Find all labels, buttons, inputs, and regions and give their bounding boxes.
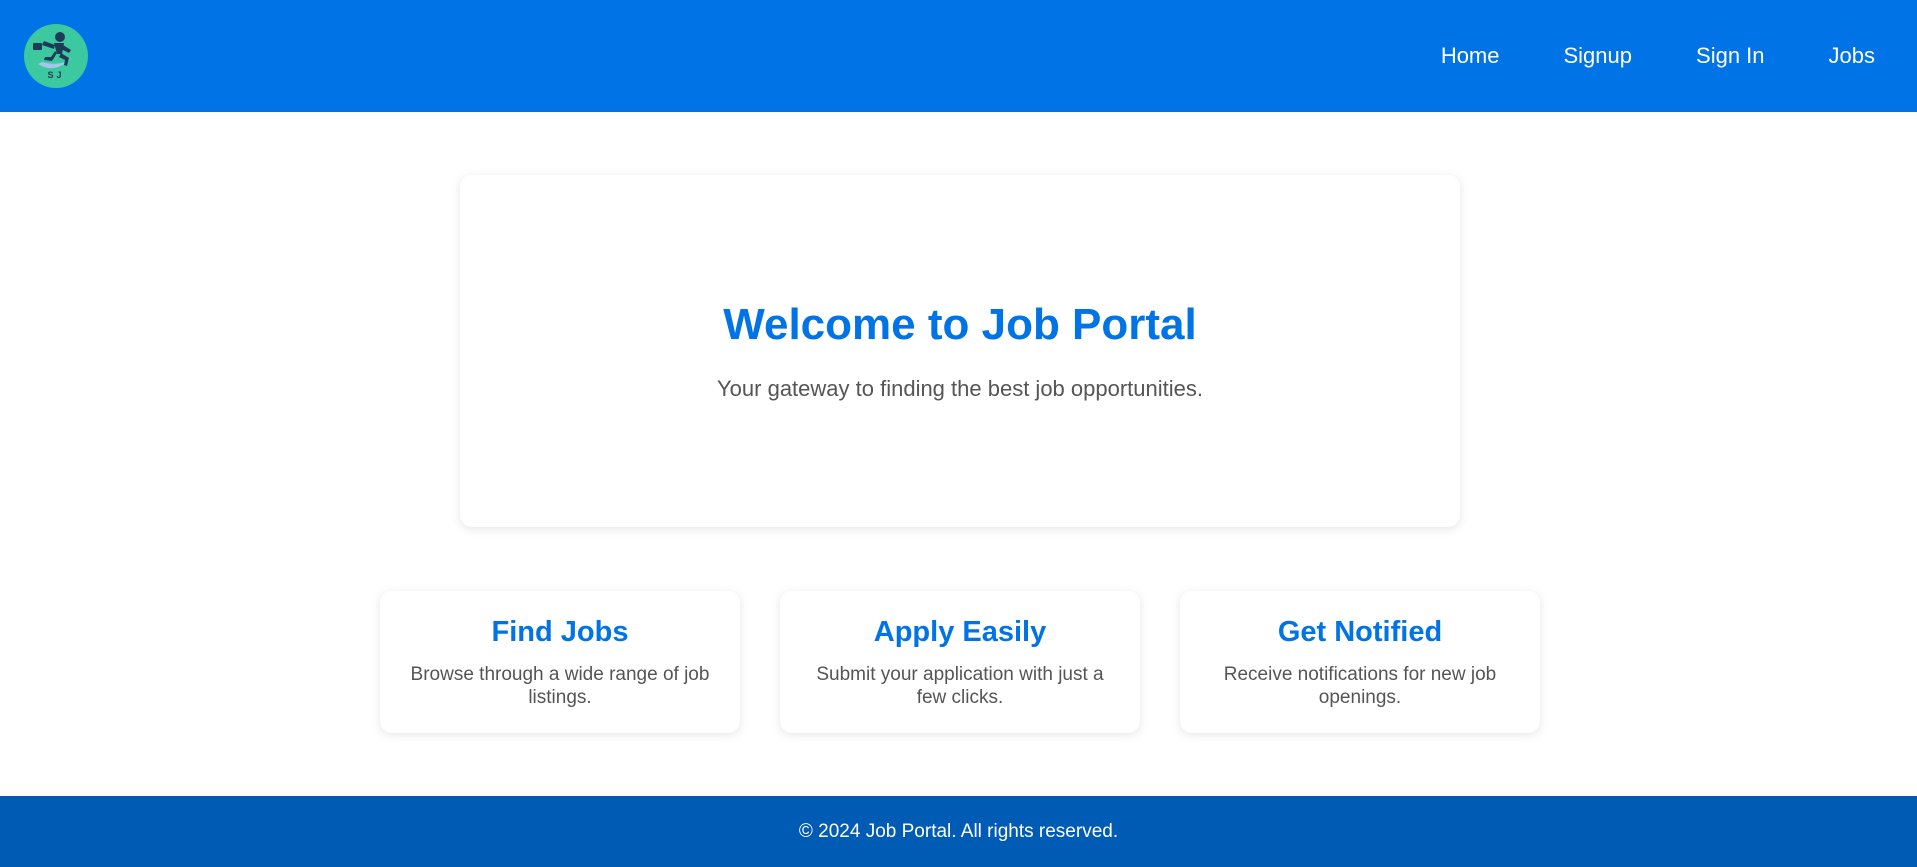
logo-text: SJ (47, 70, 65, 80)
footer-copyright: © 2024 Job Portal. All rights reserved. (798, 820, 1119, 842)
feature-card-get-notified: Get Notified Receive notifications for n… (1180, 591, 1540, 733)
hero-title: Welcome to Job Portal (723, 300, 1197, 349)
feature-card-find-jobs: Find Jobs Browse through a wide range of… (380, 591, 740, 733)
logo[interactable]: SJ (24, 24, 88, 88)
feature-card-apply-easily: Apply Easily Submit your application wit… (780, 591, 1140, 733)
feature-description: Receive notifications for new job openin… (1223, 664, 1497, 708)
feature-description: Browse through a wide range of job listi… (410, 664, 710, 708)
feature-title: Find Jobs (491, 616, 629, 648)
nav-menu: Home Signup Sign In Jobs (1441, 0, 1917, 112)
hero-card: Welcome to Job Portal Your gateway to fi… (460, 175, 1460, 527)
feature-title: Apply Easily (873, 616, 1047, 648)
feature-title: Get Notified (1277, 616, 1443, 648)
navbar: SJ Home Signup Sign In Jobs (0, 0, 1917, 112)
nav-link-home[interactable]: Home (1441, 43, 1500, 69)
feature-description: Submit your application with just a few … (816, 664, 1104, 708)
footer: © 2024 Job Portal. All rights reserved. (0, 796, 1917, 867)
nav-link-signup[interactable]: Signup (1564, 43, 1633, 69)
hero-subtitle: Your gateway to finding the best job opp… (717, 376, 1203, 401)
nav-link-sign-in[interactable]: Sign In (1696, 43, 1765, 69)
nav-link-jobs[interactable]: Jobs (1829, 43, 1875, 69)
features-section: Find Jobs Browse through a wide range of… (380, 591, 1540, 733)
